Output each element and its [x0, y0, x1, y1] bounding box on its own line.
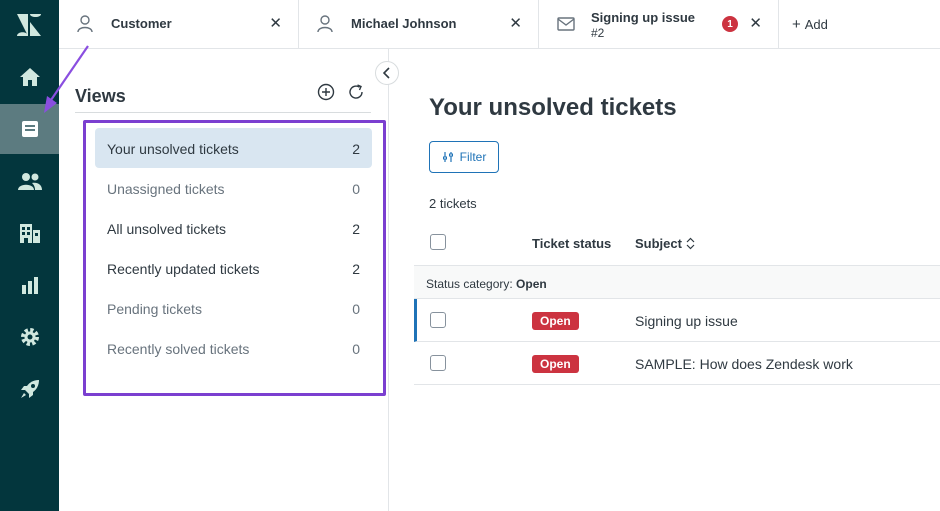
customers-icon: [17, 173, 42, 190]
filter-label: Filter: [459, 150, 487, 164]
nav-rail: [0, 0, 59, 511]
rail-item-customers[interactable]: [0, 156, 59, 206]
view-item-recently-updated[interactable]: Recently updated tickets 2: [95, 248, 372, 288]
mail-icon: [557, 17, 575, 31]
tab-customer[interactable]: Customer ✕: [59, 0, 299, 48]
table-row[interactable]: Open SAMPLE: How does Zendesk work: [414, 342, 940, 385]
view-label: All unsolved tickets: [107, 221, 227, 237]
view-item-all-unsolved[interactable]: All unsolved tickets 2: [95, 208, 372, 248]
add-tab-button[interactable]: + Add: [792, 16, 828, 33]
ticket-subject[interactable]: Signing up issue: [635, 313, 738, 329]
add-view-button[interactable]: [317, 83, 335, 106]
view-count: 0: [352, 181, 360, 197]
filter-sliders-icon: [442, 152, 453, 162]
sort-icon: [686, 237, 695, 250]
view-label: Recently updated tickets: [107, 261, 260, 277]
user-icon: [77, 15, 93, 33]
views-actions: [317, 83, 365, 106]
table-header: Ticket status Subject: [414, 225, 940, 265]
tab-ticket-number: #2: [591, 26, 605, 40]
reporting-icon: [21, 277, 38, 294]
status-badge: Open: [532, 355, 579, 373]
group-label: Status category: Open: [426, 277, 547, 291]
tab-label: Michael Johnson: [351, 16, 457, 31]
group-row-status-open: Status category: Open: [414, 265, 940, 299]
view-item-your-unsolved[interactable]: Your unsolved tickets 2: [95, 128, 372, 168]
rail-item-organizations[interactable]: [0, 208, 59, 258]
view-count: 0: [352, 301, 360, 317]
view-count: 0: [352, 341, 360, 357]
table-row[interactable]: Open Signing up issue: [414, 299, 940, 342]
plus-icon: +: [792, 16, 801, 33]
page-title: Your unsolved tickets: [429, 94, 677, 121]
close-icon[interactable]: ✕: [749, 14, 762, 32]
refresh-views-button[interactable]: [347, 83, 365, 106]
ticket-list-main: Your unsolved tickets Filter 2 tickets T…: [389, 49, 940, 511]
user-icon: [317, 15, 333, 33]
rail-item-apps[interactable]: [0, 364, 59, 414]
organizations-icon: [19, 224, 40, 243]
tab-label: Customer: [111, 16, 172, 31]
ticket-count: 2 tickets: [429, 196, 477, 211]
row-checkbox[interactable]: [430, 312, 446, 328]
add-circle-icon: [317, 83, 335, 101]
views-list: Your unsolved tickets 2 Unassigned ticke…: [95, 128, 372, 368]
view-item-recently-solved[interactable]: Recently solved tickets 0: [95, 328, 372, 368]
column-header-subject-label: Subject: [635, 236, 682, 251]
view-count: 2: [352, 141, 360, 157]
rail-item-admin[interactable]: [0, 312, 59, 362]
divider: [75, 112, 371, 113]
add-tab-label: Add: [804, 17, 828, 32]
status-badge: Open: [532, 312, 579, 330]
views-icon: [21, 121, 38, 137]
view-label: Pending tickets: [107, 301, 202, 317]
zendesk-logo-icon: [16, 14, 41, 36]
row-checkbox[interactable]: [430, 355, 446, 371]
rocket-icon: [20, 380, 39, 398]
view-label: Unassigned tickets: [107, 181, 225, 197]
views-panel: Views Your unsolved tickets 2 Unassigned…: [59, 49, 399, 511]
view-count: 2: [352, 261, 360, 277]
home-icon: [19, 68, 40, 86]
admin-gear-icon: [20, 328, 39, 346]
rail-item-reporting[interactable]: [0, 260, 59, 310]
column-header-status[interactable]: Ticket status: [532, 236, 611, 251]
view-count: 2: [352, 221, 360, 237]
view-label: Recently solved tickets: [107, 341, 250, 357]
refresh-icon: [349, 84, 363, 99]
notification-badge: 1: [722, 16, 738, 32]
tab-bar: Customer ✕ Michael Johnson ✕ Signing up …: [59, 0, 940, 49]
tab-signing-up-issue[interactable]: Signing up issue #2 1 ✕: [539, 0, 779, 48]
column-header-subject[interactable]: Subject: [635, 236, 695, 251]
view-label: Your unsolved tickets: [107, 141, 239, 157]
ticket-subject[interactable]: SAMPLE: How does Zendesk work: [635, 356, 853, 372]
tab-michael-johnson[interactable]: Michael Johnson ✕: [299, 0, 539, 48]
view-item-pending[interactable]: Pending tickets 0: [95, 288, 372, 328]
views-title: Views: [75, 86, 126, 106]
group-value: Open: [516, 277, 547, 291]
rail-item-views[interactable]: [0, 104, 59, 154]
tab-label: Signing up issue: [591, 10, 696, 25]
filter-button[interactable]: Filter: [429, 141, 499, 173]
rail-item-home[interactable]: [0, 52, 59, 102]
view-item-unassigned[interactable]: Unassigned tickets 0: [95, 168, 372, 208]
close-icon[interactable]: ✕: [509, 14, 522, 32]
rail-logo[interactable]: [0, 0, 59, 50]
select-all-checkbox[interactable]: [430, 234, 446, 250]
close-icon[interactable]: ✕: [269, 14, 282, 32]
